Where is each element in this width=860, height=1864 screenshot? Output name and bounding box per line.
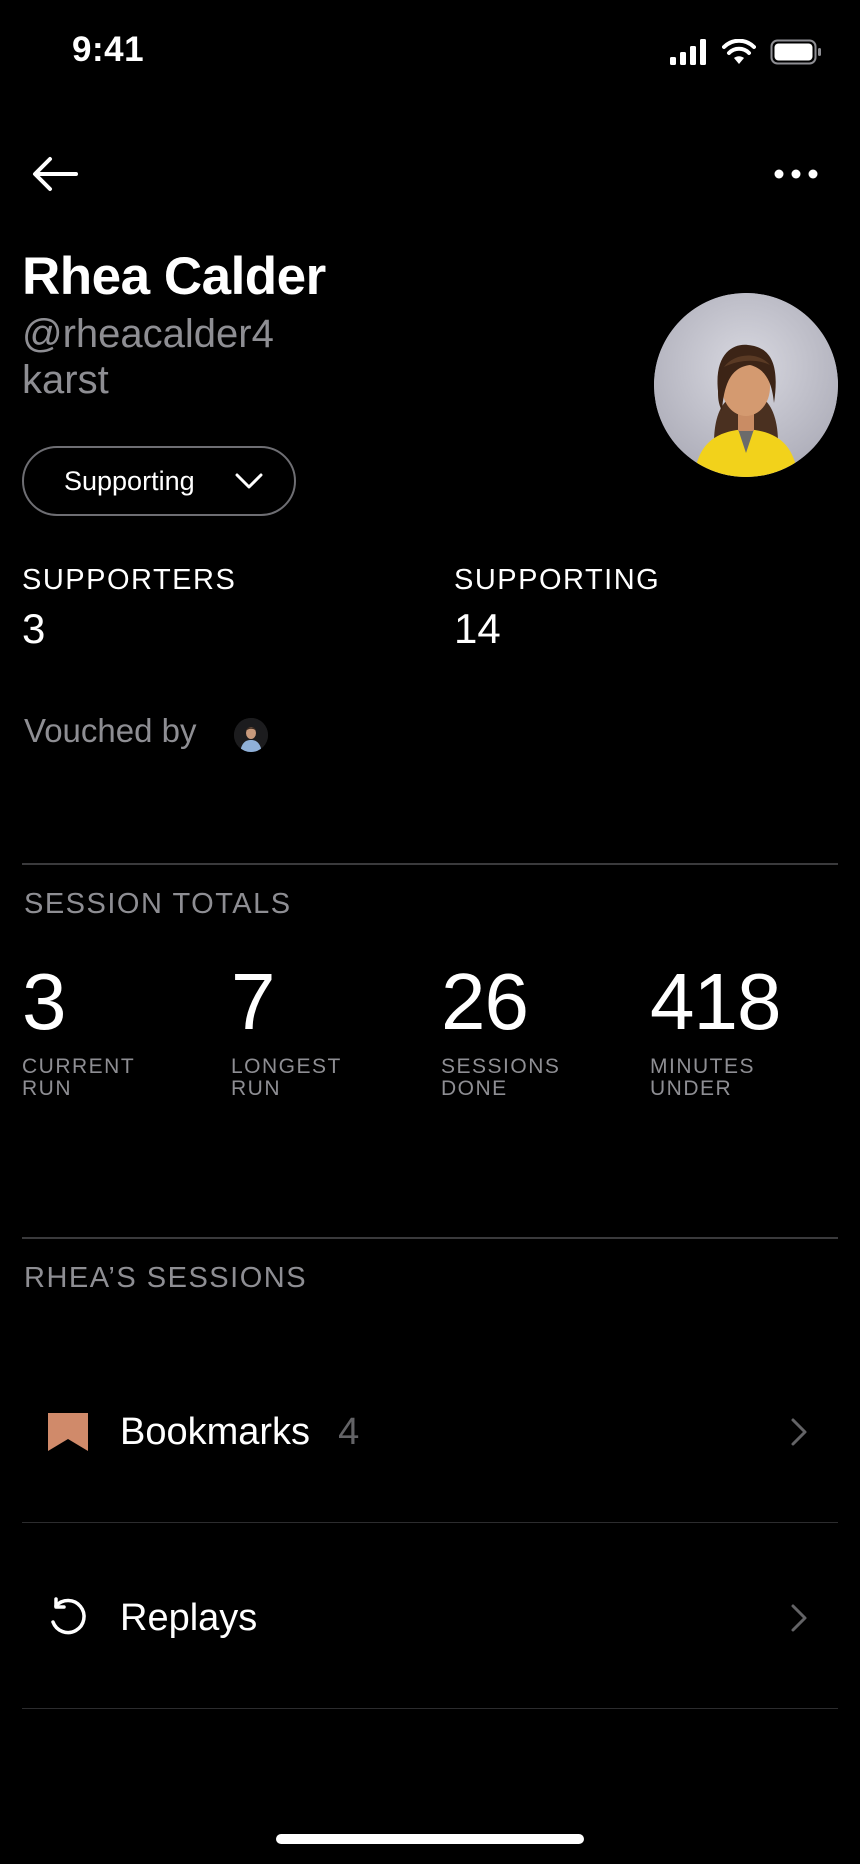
total-minutes-under: 418 MINUTES UNDER [650, 962, 850, 1100]
supporting-dropdown-button[interactable]: Supporting [22, 446, 296, 516]
supporting-stat-label: SUPPORTING [454, 564, 661, 596]
replay-icon [46, 1597, 90, 1639]
avatar-portrait-image [654, 293, 838, 477]
supporting-count: 14 [454, 605, 501, 652]
chevron-right-icon [790, 1417, 808, 1447]
replays-label: Replays [120, 1596, 258, 1639]
sessions-done-label: SESSIONS DONE [441, 1056, 611, 1100]
minutes-under-label-line1: MINUTES [650, 1055, 755, 1078]
section-divider [22, 863, 838, 865]
supporters-label: SUPPORTERS [22, 564, 237, 596]
current-run-value: 3 [22, 957, 67, 1046]
sessions-done-label-line2: DONE [441, 1077, 508, 1100]
sessions-done-value: 26 [441, 957, 529, 1046]
cellular-signal-icon [670, 39, 706, 65]
replays-row[interactable]: Replays [22, 1558, 838, 1678]
total-longest-run: 7 LONGEST RUN [231, 962, 431, 1100]
minutes-under-label: MINUTES UNDER [650, 1056, 820, 1100]
sessions-section-title: RHEA’S SESSIONS [24, 1262, 308, 1294]
ellipsis-icon [774, 169, 818, 179]
status-icons [670, 36, 822, 68]
longest-run-label-line1: LONGEST [231, 1055, 342, 1078]
profile-community[interactable]: karst [22, 358, 109, 403]
minutes-under-value: 418 [650, 957, 781, 1046]
session-totals-title: SESSION TOTALS [24, 888, 292, 920]
back-arrow-icon [33, 157, 78, 191]
battery-icon [770, 39, 821, 65]
more-options-button[interactable] [766, 148, 826, 200]
current-run-label: CURRENT RUN [22, 1056, 192, 1100]
back-button[interactable] [30, 148, 86, 200]
minutes-under-label-line2: UNDER [650, 1077, 733, 1100]
total-current-run: 3 CURRENT RUN [22, 962, 222, 1100]
current-run-label-line1: CURRENT [22, 1055, 136, 1078]
bookmarks-label: Bookmarks [120, 1410, 311, 1453]
sessions-done-label-line1: SESSIONS [441, 1055, 561, 1078]
section-divider [22, 1237, 838, 1239]
profile-name: Rhea Calder [22, 247, 326, 306]
voucher-avatar[interactable] [234, 718, 268, 752]
longest-run-value: 7 [231, 957, 276, 1046]
longest-run-label: LONGEST RUN [231, 1056, 401, 1100]
chevron-right-icon [790, 1603, 808, 1633]
total-sessions-done: 26 SESSIONS DONE [441, 962, 641, 1100]
row-divider [22, 1708, 838, 1709]
profile-avatar [654, 293, 838, 477]
wifi-icon [722, 39, 756, 64]
profile-handle: @rheacalder4 [22, 312, 274, 356]
bookmarks-row[interactable]: Bookmarks 4 [22, 1372, 838, 1492]
home-indicator[interactable] [276, 1834, 584, 1844]
row-divider [22, 1522, 838, 1523]
supporting-label: Supporting [64, 465, 195, 496]
supporters-count: 3 [22, 605, 46, 652]
bookmarks-count: 4 [338, 1410, 360, 1453]
chevron-down-icon [235, 473, 263, 489]
current-run-label-line2: RUN [22, 1077, 72, 1100]
supporters-stat[interactable]: SUPPORTERS 3 [22, 564, 236, 653]
longest-run-label-line2: RUN [231, 1077, 281, 1100]
vouched-by-label: Vouched by [24, 712, 197, 749]
voucher-portrait-image [234, 718, 268, 752]
supporting-stat[interactable]: SUPPORTING 14 [454, 564, 660, 653]
status-time: 9:41 [72, 30, 145, 69]
bookmark-icon [46, 1412, 90, 1452]
